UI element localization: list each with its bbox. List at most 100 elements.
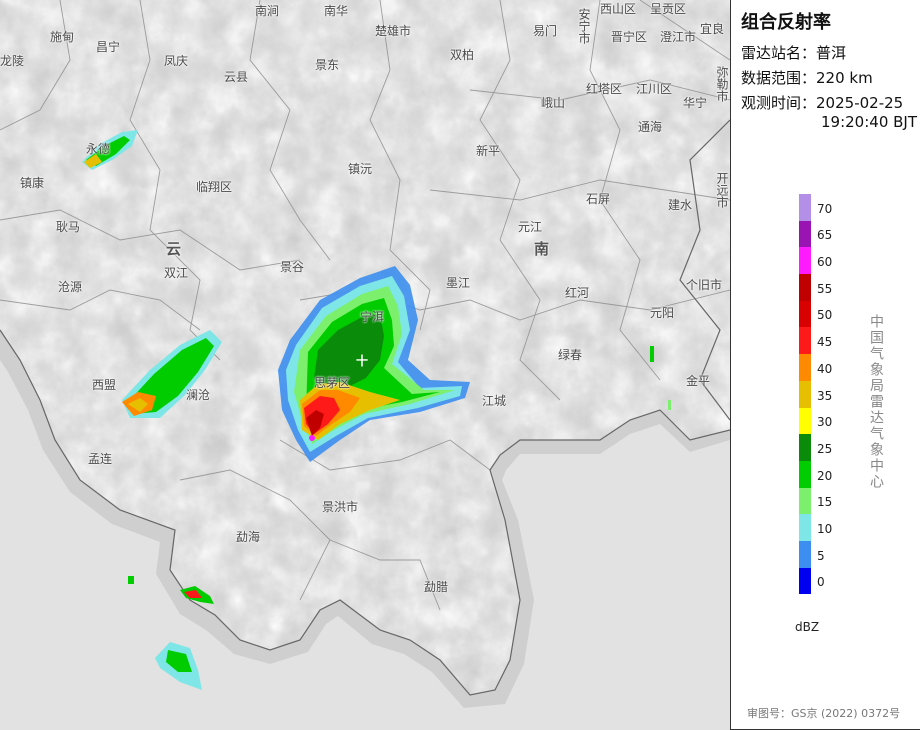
place-label: 宁洱 xyxy=(360,310,385,324)
place-label: 云县 xyxy=(224,70,249,84)
place-label: 石屏 xyxy=(586,192,611,206)
province-label: 南 xyxy=(534,240,550,258)
place-label: 金平 xyxy=(686,374,711,388)
place-label: 勐海 xyxy=(236,530,261,544)
info-panel: 组合反射率 雷达站名：普洱 数据范围：220 km 观测时间：2025-02-2… xyxy=(730,0,920,730)
place-label: 景谷 xyxy=(280,260,305,274)
place-label: 景洪市 xyxy=(322,500,359,514)
place-label: 沧源 xyxy=(58,280,83,294)
legend-tick-label: 10 xyxy=(817,522,833,537)
time-clock: 19:20:40 BJT xyxy=(821,113,918,131)
legend-tick-label: 35 xyxy=(817,388,833,403)
place-label: 通海 xyxy=(638,120,663,134)
echo-main xyxy=(278,266,470,462)
legend-swatch xyxy=(799,354,811,381)
place-label: 江城 xyxy=(482,394,507,408)
place-label: 澄江市 xyxy=(660,30,697,44)
legend-swatch xyxy=(799,274,811,301)
legend-tick-label: 0 xyxy=(817,575,825,590)
product-title: 组合反射率 xyxy=(741,12,831,33)
echo-purple xyxy=(309,435,315,441)
place-label: 红塔区 xyxy=(586,82,623,96)
place-label: 孟连 xyxy=(88,452,113,466)
place-label: 华宁 xyxy=(683,96,708,110)
place-label: 墨江 xyxy=(446,276,471,290)
place-label: 晋宁区 xyxy=(611,30,648,44)
place-label: 南涧 xyxy=(255,4,280,18)
legend-swatch xyxy=(799,220,811,248)
legend-tick-label: 20 xyxy=(817,468,833,483)
radar-map[interactable]: 南涧 南华 楚雄市 易门 安宁市 西山区 呈贡区 宜良 施甸 昌宁 凤庆 双柏 … xyxy=(0,0,730,730)
place-label: 西山区 xyxy=(600,2,637,16)
place-label: 思茅区 xyxy=(314,376,351,390)
place-label: 元阳 xyxy=(650,306,675,320)
place-label: 双江 xyxy=(164,266,189,280)
legend-unit: dBZ xyxy=(795,620,820,634)
place-label: 勐腊 xyxy=(424,580,449,594)
legend-swatch xyxy=(799,487,811,515)
legend-swatch xyxy=(799,194,811,221)
place-label: 易门 xyxy=(533,24,558,38)
place-label: 弥勒市 xyxy=(715,66,729,102)
place-label: 南华 xyxy=(324,4,349,18)
place-label: 景东 xyxy=(315,58,340,72)
place-label: 永德 xyxy=(86,142,111,156)
legend-tick-label: 55 xyxy=(817,281,833,296)
time-row: 观测时间：2025-02-25 xyxy=(741,92,903,113)
legend-tick-label: 60 xyxy=(817,255,833,270)
legend-tick-label: 5 xyxy=(817,548,825,563)
place-label: 凤庆 xyxy=(164,54,189,68)
place-label: 西盟 xyxy=(92,378,117,392)
legend-swatch xyxy=(799,460,811,488)
station-label: 雷达站名： xyxy=(741,44,817,62)
map-review-number: 审图号：GS京 (2022) 0372号 xyxy=(747,707,901,720)
legend-swatch xyxy=(799,514,811,541)
legend-tick-label: 15 xyxy=(817,495,833,510)
range-label: 数据范围： xyxy=(741,69,817,87)
range-value: 220 km xyxy=(816,69,873,87)
place-label: 个旧市 xyxy=(686,278,723,292)
place-label: 元江 xyxy=(518,220,543,234)
echo-west xyxy=(122,330,222,418)
legend-tick-label: 25 xyxy=(817,441,833,456)
color-legend xyxy=(799,194,811,595)
legend-swatch xyxy=(799,567,811,595)
legend-swatch xyxy=(799,247,811,275)
legend-tick-label: 50 xyxy=(817,308,833,323)
place-label: 新平 xyxy=(476,144,501,158)
place-label: 镇沅 xyxy=(348,162,373,176)
place-label: 宜良 xyxy=(700,22,725,36)
place-label: 龙陵 xyxy=(0,54,25,68)
radar-viewer: 南涧 南华 楚雄市 易门 安宁市 西山区 呈贡区 宜良 施甸 昌宁 凤庆 双柏 … xyxy=(0,0,920,730)
legend-swatch xyxy=(799,300,811,328)
place-label: 昌宁 xyxy=(96,40,121,54)
place-label: 峨山 xyxy=(541,96,566,110)
legend-tick-label: 45 xyxy=(817,335,833,350)
place-label: 开远市 xyxy=(715,172,729,208)
time-label: 观测时间： xyxy=(741,94,817,112)
organization-label: 中国气象局雷达气象中心 xyxy=(868,314,884,490)
place-label: 镇康 xyxy=(20,176,45,190)
place-label: 双柏 xyxy=(450,48,475,62)
legend-tick-label: 70 xyxy=(817,201,833,216)
place-label: 江川区 xyxy=(636,82,673,96)
time-date: 2025-02-25 xyxy=(816,94,904,112)
place-label: 楚雄市 xyxy=(375,24,412,38)
radar-station-marker: 十 xyxy=(356,354,369,368)
range-row: 数据范围：220 km xyxy=(741,67,873,88)
place-label: 澜沧 xyxy=(186,388,211,402)
legend-swatch xyxy=(799,407,811,435)
legend-swatch xyxy=(799,380,811,408)
place-label: 耿马 xyxy=(56,220,81,234)
station-value: 普洱 xyxy=(816,44,847,62)
province-label: 云 xyxy=(166,240,182,258)
place-label: 呈贡区 xyxy=(650,2,687,16)
legend-swatch xyxy=(799,327,811,355)
place-label: 红河 xyxy=(565,286,590,300)
legend-tick-label: 65 xyxy=(817,228,833,243)
legend-swatch xyxy=(799,434,811,461)
place-label: 临翔区 xyxy=(196,180,233,194)
place-label: 建水 xyxy=(668,198,693,212)
station-row: 雷达站名：普洱 xyxy=(741,42,846,63)
place-label: 施甸 xyxy=(50,30,75,44)
